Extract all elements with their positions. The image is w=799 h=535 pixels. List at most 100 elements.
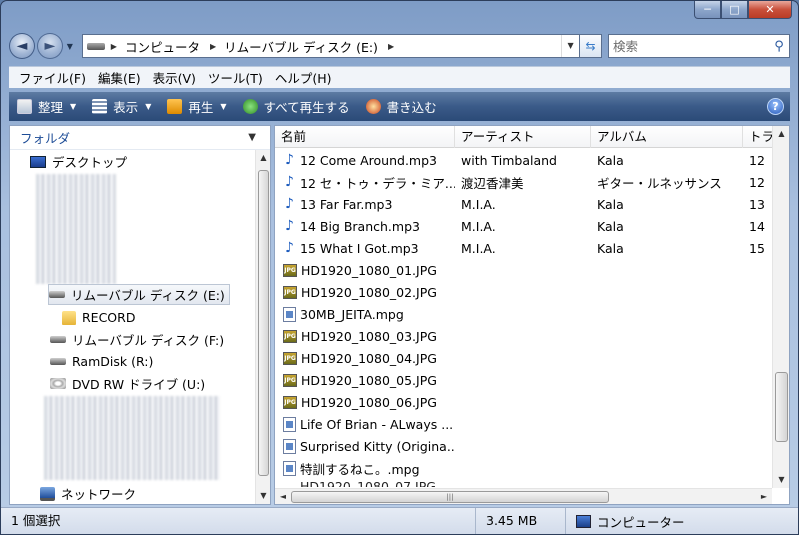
refresh-button[interactable]: ⇆ (580, 34, 602, 58)
scroll-up-button[interactable]: ▲ (256, 150, 270, 166)
explorer-window: ─ □ ✕ ◄ ► ▼ ▶ コンピュータ ▶ リムーバブル ディスク (E:) … (0, 0, 799, 535)
tree-item-label: リムーバブル ディスク (E:) (71, 288, 225, 303)
scroll-down-button[interactable]: ▼ (256, 488, 270, 504)
removable-drive-icon (50, 336, 66, 343)
audio-file-icon: ♪ (285, 240, 294, 256)
chevron-down-icon: ▼ (70, 102, 77, 111)
drive-icon (50, 358, 66, 365)
file-list-vertical-scrollbar[interactable]: ▲ ▼ (772, 126, 789, 488)
burn-label: 書き込む (386, 100, 437, 115)
file-row[interactable]: ♪ 14 Big Branch.mp3 M.I.A. Kala 14 (275, 215, 785, 237)
column-header-artist[interactable]: アーティスト (455, 126, 591, 148)
file-artist-cell: with Timbaland (461, 152, 557, 168)
breadcrumb-separator[interactable]: ▶ (388, 42, 394, 51)
file-row[interactable]: ♪ 13 Far Far.mp3 M.I.A. Kala 13 (275, 193, 785, 215)
scroll-thumb[interactable] (258, 170, 269, 476)
breadcrumb-removable-e[interactable]: リムーバブル ディスク (E:) (224, 37, 378, 56)
obscured-tree-items (36, 174, 116, 284)
views-button[interactable]: 表示 ▼ (92, 97, 151, 116)
organize-button[interactable]: 整理 ▼ (17, 97, 76, 116)
file-name: 12 セ・トゥ・デラ・ミア... (300, 175, 455, 191)
column-header-name[interactable]: 名前 (275, 126, 455, 148)
close-button[interactable]: ✕ (748, 1, 792, 19)
search-input[interactable] (613, 38, 769, 54)
file-row[interactable]: ♪ 12 セ・トゥ・デラ・ミア... 渡辺香津美 ギター・ルネッサンス 12 (275, 171, 785, 193)
file-row[interactable]: 30MB_JEITA.mpg (275, 303, 785, 325)
tree-item-ramdisk[interactable]: RamDisk (R:) (50, 351, 153, 372)
play-button[interactable]: 再生 ▼ (167, 97, 227, 116)
file-name-cell: JPG HD1920_1080_05.JPG (275, 373, 455, 388)
file-album-cell: ギター・ルネッサンス (597, 175, 722, 191)
audio-file-icon: ♪ (285, 174, 294, 190)
burn-button[interactable]: 書き込む (365, 97, 437, 116)
file-row[interactable]: JPG HD1920_1080_04.JPG (275, 347, 785, 369)
file-row[interactable]: JPG HD1920_1080_02.JPG (275, 281, 785, 303)
file-name-cell: ♪ 12 セ・トゥ・デラ・ミア... (275, 173, 455, 192)
breadcrumb-separator[interactable]: ▶ (210, 42, 216, 51)
breadcrumb-separator[interactable]: ▶ (111, 42, 117, 51)
scroll-up-button[interactable]: ▲ (773, 126, 789, 142)
file-row[interactable]: ♪ 15 What I Got.mp3 M.I.A. Kala 15 (275, 237, 785, 259)
file-row-partial[interactable]: HD1920_1080_07.JPG (275, 479, 785, 487)
file-row[interactable]: JPG HD1920_1080_03.JPG (275, 325, 785, 347)
file-row[interactable]: Life Of Brian - ALways ... (275, 413, 785, 435)
file-name: HD1920_1080_06.JPG (301, 394, 437, 410)
tree-item-record[interactable]: RECORD (62, 307, 135, 328)
search-icon[interactable]: ⚲ (769, 39, 789, 54)
tree-item-removable-e[interactable]: リムーバブル ディスク (E:) (48, 284, 230, 305)
scroll-down-button[interactable]: ▼ (773, 472, 789, 488)
folders-header[interactable]: フォルダ ▼ (10, 126, 270, 150)
computer-icon (576, 514, 591, 528)
image-file-icon: JPG (283, 285, 297, 299)
file-name: Life Of Brian - ALways ... (300, 416, 454, 432)
maximize-button[interactable]: □ (721, 1, 748, 19)
status-selection-count: 1 個選択 (1, 508, 476, 534)
desktop-icon (30, 155, 46, 168)
file-name: Surprised Kitty (Origina... (300, 438, 455, 454)
recent-pages-dropdown[interactable]: ▼ (64, 42, 76, 51)
tree-item-removable-f[interactable]: リムーバブル ディスク (F:) (50, 329, 224, 350)
address-bar[interactable]: ▶ コンピュータ ▶ リムーバブル ディスク (E:) ▶ ▼ (81, 34, 581, 58)
file-album-cell: Kala (597, 196, 624, 212)
menu-file[interactable]: ファイル(F) (19, 68, 86, 87)
breadcrumb-computer[interactable]: コンピュータ (125, 37, 200, 56)
file-row[interactable]: JPG HD1920_1080_05.JPG (275, 369, 785, 391)
play-all-button[interactable]: すべて再生する (242, 97, 350, 116)
file-row[interactable]: ♪ 12 Come Around.mp3 with Timbaland Kala 12 (275, 149, 785, 171)
tree-item-network[interactable]: ネットワーク (40, 483, 136, 504)
menu-help[interactable]: ヘルプ(H) (275, 68, 332, 87)
folder-tree-scrollbar[interactable]: ▲ ▼ (255, 150, 270, 504)
menu-edit[interactable]: 編集(E) (98, 68, 141, 87)
file-name-cell: ♪ 15 What I Got.mp3 (275, 241, 455, 256)
scroll-thumb[interactable] (775, 372, 788, 442)
file-list-horizontal-scrollbar[interactable]: ◄ ||| ► (275, 488, 772, 504)
column-header-album[interactable]: アルバム (591, 126, 743, 148)
video-file-icon (283, 438, 296, 454)
file-row[interactable]: Surprised Kitty (Origina... (275, 435, 785, 457)
scroll-left-button[interactable]: ◄ (275, 489, 291, 504)
command-bar: 整理 ▼ 表示 ▼ 再生 ▼ すべて再生する 書き込む ? (9, 92, 790, 121)
file-name-cell: JPG HD1920_1080_06.JPG (275, 395, 455, 410)
forward-button[interactable]: ► (36, 33, 63, 59)
file-row[interactable]: 特訓するねこ。.mpg (275, 457, 785, 479)
help-button[interactable]: ? (767, 98, 784, 115)
minimize-button[interactable]: ─ (694, 1, 721, 19)
image-file-icon: JPG (283, 351, 297, 365)
menu-bar: ファイル(F) 編集(E) 表示(V) ツール(T) ヘルプ(H) (9, 66, 790, 88)
scroll-thumb[interactable]: ||| (291, 491, 609, 503)
image-file-icon: JPG (283, 373, 297, 387)
scroll-right-button[interactable]: ► (756, 489, 772, 504)
file-name-cell: JPG HD1920_1080_01.JPG (275, 263, 455, 278)
tree-item-dvd[interactable]: DVD RW ドライブ (U:) (50, 373, 205, 394)
menu-tools[interactable]: ツール(T) (208, 68, 263, 87)
menu-view[interactable]: 表示(V) (153, 68, 196, 87)
file-row[interactable]: JPG HD1920_1080_01.JPG (275, 259, 785, 281)
file-name: 14 Big Branch.mp3 (300, 218, 420, 234)
file-album-cell: Kala (597, 218, 624, 234)
file-name-cell: 30MB_JEITA.mpg (275, 306, 455, 322)
address-history-dropdown[interactable]: ▼ (561, 35, 579, 57)
file-row[interactable]: JPG HD1920_1080_06.JPG (275, 391, 785, 413)
back-button[interactable]: ◄ (9, 33, 35, 59)
folders-header-label: フォルダ (20, 131, 71, 146)
tree-item-desktop[interactable]: デスクトップ (30, 151, 127, 172)
